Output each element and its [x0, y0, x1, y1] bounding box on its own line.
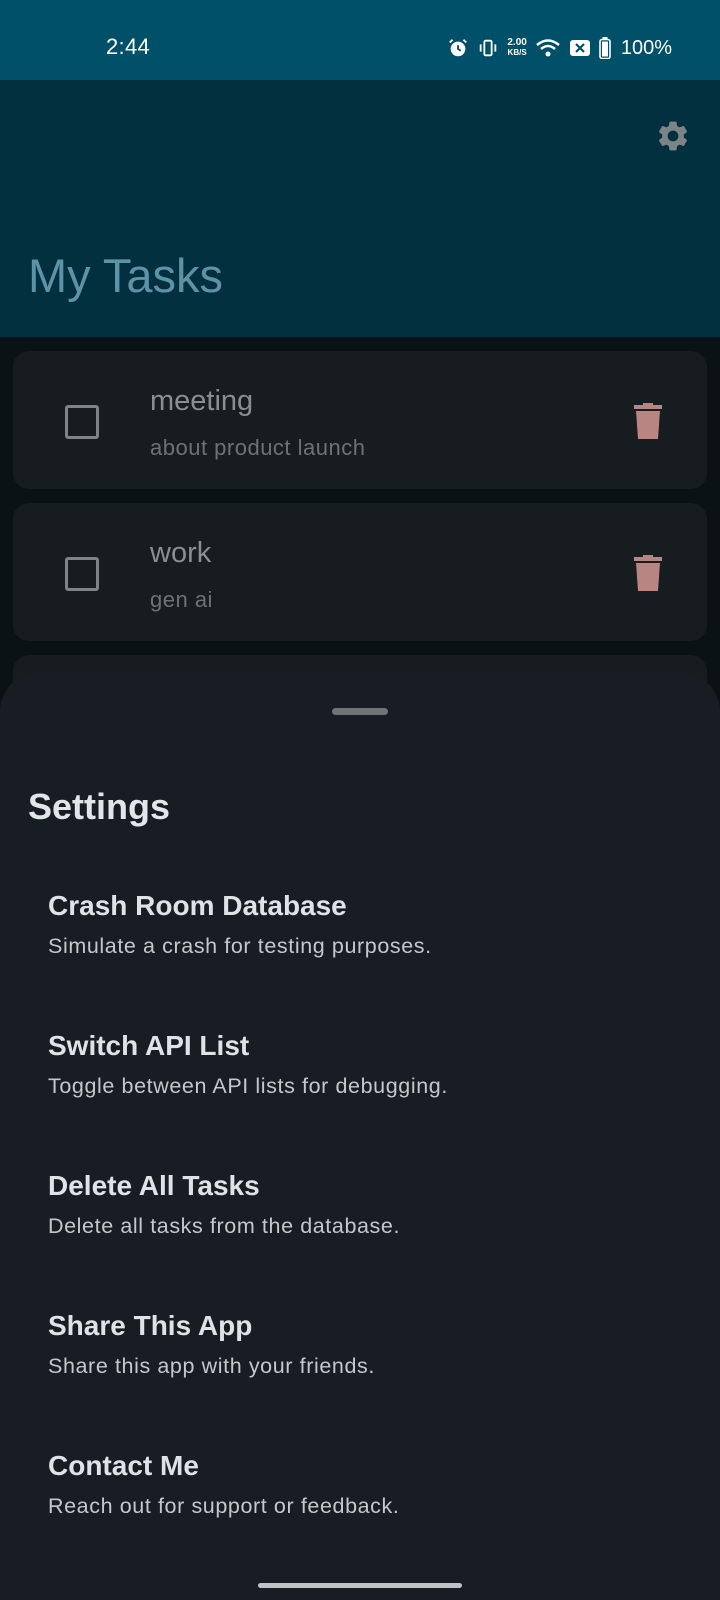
setting-title: Delete All Tasks	[48, 1170, 260, 1201]
settings-bottom-sheet: Settings Crash Room Database Simulate a …	[0, 672, 720, 1600]
network-speed-value: 2.00	[507, 37, 527, 48]
wifi-icon	[536, 39, 560, 57]
delete-icon[interactable]	[633, 555, 663, 591]
alarm-icon	[449, 39, 468, 57]
status-bar: 2:44 2.00 KB/S 100%	[0, 0, 720, 80]
delete-icon[interactable]	[633, 403, 663, 439]
task-card[interactable]: work gen ai	[13, 503, 707, 641]
task-card[interactable]: meeting about product launch	[13, 351, 707, 489]
settings-button[interactable]	[651, 114, 695, 158]
page-title: My Tasks	[28, 249, 223, 302]
vibrate-icon	[480, 39, 497, 57]
setting-crash-room-database[interactable]: Crash Room Database Simulate a crash for…	[0, 868, 720, 978]
network-speed: 2.00 KB/S	[507, 38, 526, 58]
task-checkbox[interactable]	[65, 557, 99, 591]
task-description: gen ai	[150, 587, 213, 612]
task-title: work	[150, 537, 212, 569]
drag-handle[interactable]	[332, 708, 388, 715]
setting-title: Contact Me	[48, 1450, 199, 1481]
setting-subtitle: Share this app with your friends.	[48, 1354, 375, 1378]
setting-contact-me[interactable]: Contact Me Reach out for support or feed…	[0, 1428, 720, 1538]
gesture-nav-bar[interactable]	[258, 1583, 462, 1588]
sim-disabled-icon	[569, 40, 590, 56]
task-checkbox[interactable]	[65, 405, 99, 439]
status-time: 2:44	[106, 34, 151, 59]
setting-switch-api-list[interactable]: Switch API List Toggle between API lists…	[0, 1008, 720, 1118]
task-title: meeting	[150, 385, 254, 417]
setting-delete-all-tasks[interactable]: Delete All Tasks Delete all tasks from t…	[0, 1148, 720, 1258]
battery-percent: 100%	[620, 36, 672, 59]
screen: 2:44 2.00 KB/S 100% My Tasks meeting abo…	[0, 0, 720, 1600]
app-bar: My Tasks	[0, 80, 720, 337]
setting-subtitle: Toggle between API lists for debugging.	[48, 1074, 448, 1098]
setting-subtitle: Reach out for support or feedback.	[48, 1494, 400, 1518]
gear-icon	[658, 121, 688, 151]
task-description: about product launch	[150, 435, 366, 460]
setting-share-this-app[interactable]: Share This App Share this app with your …	[0, 1288, 720, 1398]
network-speed-unit: KB/S	[507, 48, 527, 57]
setting-title: Switch API List	[48, 1030, 250, 1061]
setting-title: Crash Room Database	[48, 890, 347, 921]
setting-subtitle: Delete all tasks from the database.	[48, 1214, 401, 1238]
sheet-title: Settings	[28, 786, 171, 827]
status-icons: 2.00 KB/S 100%	[447, 34, 672, 62]
battery-icon	[599, 37, 611, 59]
setting-title: Share This App	[48, 1310, 253, 1341]
setting-subtitle: Simulate a crash for testing purposes.	[48, 934, 432, 958]
